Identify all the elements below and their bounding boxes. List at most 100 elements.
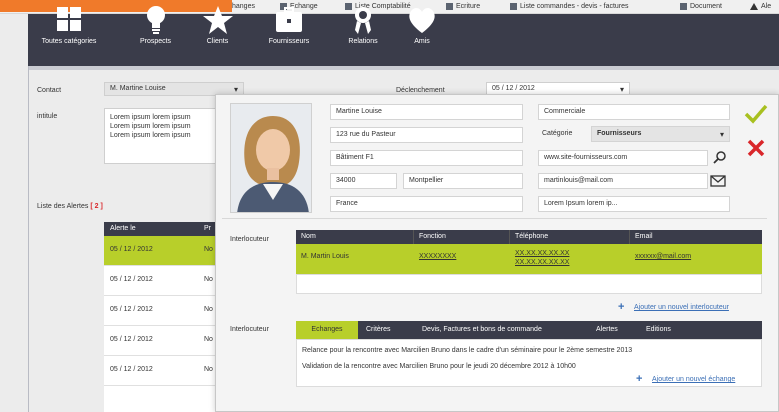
column-header-email: Email xyxy=(630,230,762,244)
star-icon xyxy=(202,6,233,34)
toolbar-item-alertes[interactable]: Ale xyxy=(750,1,771,12)
role-value: Commerciale xyxy=(544,108,586,115)
column-header-pr: Pr xyxy=(204,225,211,232)
lightbulb-icon xyxy=(146,6,165,34)
name-value: Martine Louise xyxy=(336,108,382,115)
alert-cell: No xyxy=(204,336,213,343)
table-row-empty[interactable] xyxy=(296,274,762,294)
tab-devis-factures[interactable]: Devis, Factures et bons de commande xyxy=(414,321,550,339)
nav-label: Clients xyxy=(206,38,229,45)
plus-icon[interactable]: + xyxy=(618,301,624,313)
add-echange-link[interactable]: Ajouter un nouvel échange xyxy=(652,376,735,383)
toolbar-item-document[interactable]: Document xyxy=(680,1,722,12)
address-field[interactable]: 123 rue du Pasteur xyxy=(330,127,523,143)
nav-label: Prospects xyxy=(139,38,172,45)
nav-item-toutes-categories[interactable]: Toutes catégories xyxy=(34,4,104,52)
table-row[interactable]: 05 / 12 / 2012 No xyxy=(104,326,219,356)
tab-label: Devis, Factures et bons de commande xyxy=(422,326,542,333)
interlocuteur-label-2: Interlocuteur xyxy=(230,326,269,333)
exchange-item[interactable]: Validation de la rencontre avec Marcilie… xyxy=(302,363,576,370)
ribbon-icon xyxy=(355,7,371,34)
header-text: Téléphone xyxy=(515,233,549,240)
nav-label: Amis xyxy=(414,38,430,45)
city-field[interactable]: Montpellier xyxy=(403,173,523,189)
name-field[interactable]: Martine Louise xyxy=(330,104,523,120)
toolbar-label: Ale xyxy=(761,3,772,10)
intitule-line: Lorem ipsum lorem ipsum xyxy=(110,132,191,139)
table-row[interactable]: 05 / 12 / 2012 No xyxy=(104,356,219,386)
note-field[interactable]: Lorem Ipsum lorem ip... xyxy=(538,196,730,212)
interlocuteur-name: M. Martin Louis xyxy=(301,253,349,260)
heart-icon xyxy=(409,8,435,34)
address-value: 123 rue du Pasteur xyxy=(336,131,396,138)
email-field[interactable]: martinlouis@mail.com xyxy=(538,173,708,189)
header-text: Email xyxy=(635,233,653,240)
tab-alertes[interactable]: Alertes xyxy=(588,321,626,339)
search-icon[interactable] xyxy=(713,150,727,164)
intitule-line: Lorem ipsum lorem ipsum xyxy=(110,123,191,130)
add-interlocuteur-link[interactable]: Ajouter un nouvel interlocuteur xyxy=(634,304,729,311)
nav-item-relations[interactable]: Relations xyxy=(338,4,388,52)
exchange-item[interactable]: Relance pour la rencontre avec Marcilien… xyxy=(302,347,632,354)
building-value: Bâtiment F1 xyxy=(336,154,374,161)
contact-label: Contact xyxy=(37,87,62,94)
nav-item-fournisseurs[interactable]: Fournisseurs xyxy=(259,4,319,52)
category-select[interactable]: Fournisseurs ▾ xyxy=(591,126,730,142)
nav-item-clients[interactable]: Clients xyxy=(195,4,240,52)
contact-portrait xyxy=(231,104,311,212)
table-row[interactable]: 05 / 12 / 2012 No xyxy=(104,266,219,296)
tab-label: Alertes xyxy=(596,326,618,333)
interlocuteur-label: Interlocuteur xyxy=(230,236,269,243)
table-row[interactable]: 05 / 12 / 2012 No xyxy=(104,236,219,266)
close-icon[interactable] xyxy=(746,138,766,158)
toolbar-label: Document xyxy=(690,3,722,10)
tab-criteres[interactable]: Critères xyxy=(358,321,399,339)
alerts-table-header: Alerte le Pr xyxy=(104,222,219,236)
alert-date: 05 / 12 / 2012 xyxy=(110,336,153,343)
building-field[interactable]: Bâtiment F1 xyxy=(330,150,523,166)
column-header-alerte: Alerte le xyxy=(110,225,136,232)
alerts-list-label: Liste des Alertes [ 2 ] xyxy=(37,203,103,210)
header-text: Fonction xyxy=(419,233,446,240)
tab-editions[interactable]: Editions xyxy=(638,321,679,339)
email-value: martinlouis@mail.com xyxy=(544,177,613,184)
country-field[interactable]: France xyxy=(330,196,523,212)
contact-photo xyxy=(230,103,312,213)
document-icon xyxy=(510,3,517,10)
intitule-label: intitule xyxy=(37,113,58,120)
tab-label: Editions xyxy=(646,326,671,333)
category-value: Fournisseurs xyxy=(597,130,642,137)
chevron-down-icon: ▾ xyxy=(719,130,724,139)
alert-date: 05 / 12 / 2012 xyxy=(110,366,153,373)
postal-code-field[interactable]: 34000 xyxy=(330,173,397,189)
nav-item-amis[interactable]: Amis xyxy=(402,4,442,52)
nav-label: Fournisseurs xyxy=(268,38,310,45)
role-field[interactable]: Commerciale xyxy=(538,104,730,120)
toolbar-label: Ecriture xyxy=(456,3,481,10)
tab-echanges[interactable]: Echanges xyxy=(296,321,358,339)
nav-item-prospects[interactable]: Prospects xyxy=(128,4,183,52)
column-header-telephone: Téléphone xyxy=(510,230,630,244)
tab-label: Critères xyxy=(366,326,391,333)
alert-date: 05 / 12 / 2012 xyxy=(110,246,153,253)
note-value: Lorem Ipsum lorem ip... xyxy=(544,200,618,207)
table-row[interactable]: 05 / 12 / 2012 No xyxy=(104,296,219,326)
contact-value: M. Martine Louise xyxy=(110,85,166,92)
plus-icon[interactable]: + xyxy=(636,373,642,385)
briefcase-icon xyxy=(276,7,302,32)
interlocuteur-email: xxxxxx@mail.com xyxy=(635,253,692,260)
checkmark-icon[interactable] xyxy=(744,104,768,124)
content-border xyxy=(28,66,29,412)
city-value: Montpellier xyxy=(409,177,444,184)
website-field[interactable]: www.site-fournisseurs.com xyxy=(538,150,708,166)
alert-date: 05 / 12 / 2012 xyxy=(110,306,153,313)
toolbar-item-commandes[interactable]: Liste commandes - devis - factures xyxy=(510,1,629,12)
toolbar-item-ecriture[interactable]: Ecriture xyxy=(446,1,480,12)
document-icon xyxy=(446,3,453,10)
header-text: Nom xyxy=(301,233,316,240)
intitule-textarea[interactable]: Lorem ipsum lorem ipsum Lorem ipsum lore… xyxy=(104,108,224,164)
mail-icon[interactable] xyxy=(710,175,726,187)
postal-code-value: 34000 xyxy=(336,177,356,184)
category-label: Catégorie xyxy=(542,130,573,137)
country-value: France xyxy=(336,200,358,207)
